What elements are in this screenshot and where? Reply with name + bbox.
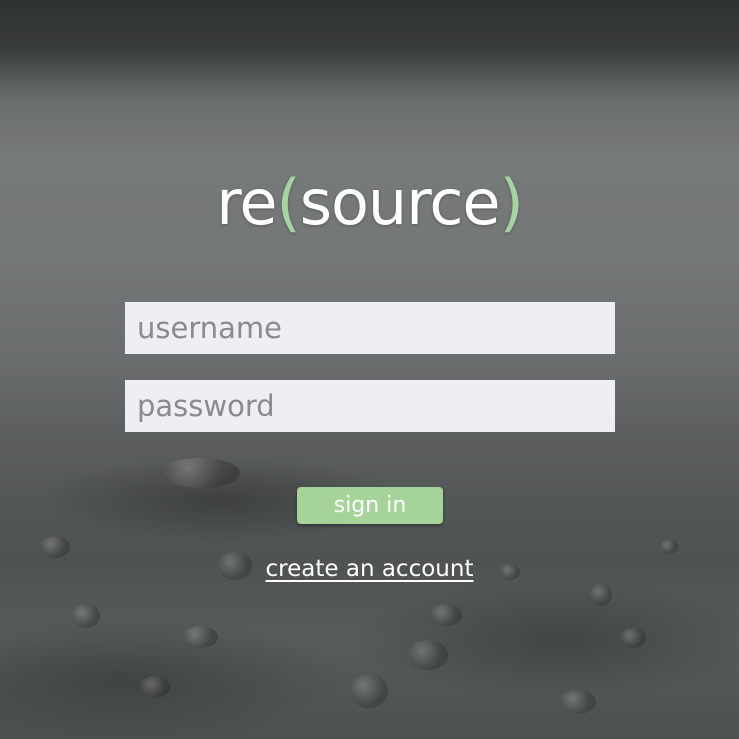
raindrop: [72, 604, 100, 628]
raindrop: [560, 690, 596, 714]
app-logo: re(source): [0, 163, 739, 243]
logo-prefix: re: [216, 166, 277, 239]
raindrop: [620, 628, 646, 648]
raindrop: [140, 676, 170, 698]
rain-background-image: [0, 0, 739, 739]
raindrop: [350, 674, 388, 708]
password-input[interactable]: [125, 380, 615, 432]
raindrop: [40, 536, 70, 558]
logo-middle: source: [299, 166, 501, 239]
sign-in-button[interactable]: sign in: [297, 487, 443, 524]
raindrop: [590, 584, 612, 606]
logo-open-paren: (: [276, 166, 300, 239]
raindrop: [660, 540, 678, 554]
raindrop: [430, 604, 462, 626]
raindrop: [160, 458, 240, 488]
create-account-link[interactable]: create an account: [0, 556, 739, 582]
raindrop: [182, 626, 218, 648]
logo-close-paren: ): [499, 166, 524, 239]
raindrop: [408, 640, 448, 670]
username-input[interactable]: [125, 302, 615, 354]
